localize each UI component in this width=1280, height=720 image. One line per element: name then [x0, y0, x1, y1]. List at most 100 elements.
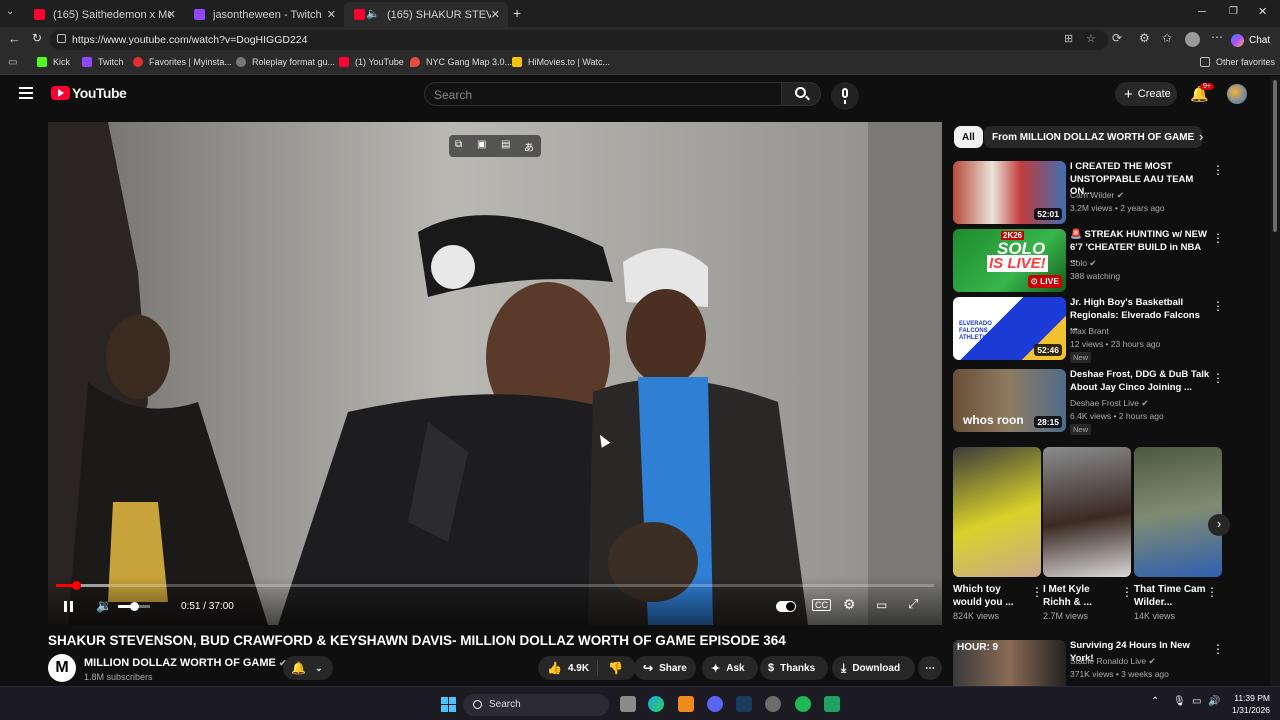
more-vertical-icon[interactable]: ⋮ [1212, 642, 1224, 656]
new-tab-plus-icon[interactable]: + [513, 5, 521, 21]
network-icon[interactable]: ▭ [1192, 696, 1201, 707]
dislike-button[interactable]: 👎 [608, 661, 623, 675]
chips-next-chevron-icon[interactable]: › [1199, 129, 1203, 144]
chip-from-channel[interactable]: From MILLION DOLLAZ WORTH OF GAME [984, 126, 1203, 148]
subscribe-bell-button[interactable]: 🔔 ⌄ [283, 656, 333, 680]
task-view-icon[interactable] [620, 696, 636, 712]
reading-list-icon[interactable]: ▭ [8, 57, 17, 68]
theater-mode-icon[interactable]: ▭ [876, 598, 887, 612]
recommendation-3[interactable]: ELVERADO FALCONS ATHLETICS 52:46 Jr. Hig… [953, 297, 1263, 363]
page-scrollbar[interactable] [1270, 76, 1280, 686]
video-player[interactable]: ⧉ ▣ ▤ あ 🔉 0:51 / 37:00 CC ⚙ ▭ ⤢ [48, 122, 942, 625]
app-icon[interactable] [678, 696, 694, 712]
captions-icon[interactable]: CC [812, 599, 831, 611]
recommendation-title[interactable]: Deshae Frost, DDG & DuB Talk About Jay C… [1070, 369, 1210, 394]
clock-time[interactable]: 11:39 PM [1228, 693, 1270, 703]
search-button[interactable] [781, 82, 821, 106]
like-button[interactable]: 👍 4.9K [538, 660, 598, 676]
restore-icon[interactable]: ❐ [1229, 6, 1238, 17]
volume-slider[interactable] [118, 602, 150, 611]
fullscreen-icon[interactable]: ⤢ [908, 596, 918, 612]
recommendation-4[interactable]: whos roon 28:15 Deshae Frost, DDG & DuB … [953, 369, 1263, 435]
notes-icon[interactable]: ▤ [501, 139, 510, 150]
clock-date[interactable]: 1/31/2026 [1222, 705, 1270, 715]
favorites-icon[interactable]: ✩ [1162, 31, 1172, 45]
refresh-extension-icon[interactable]: ⟳ [1112, 31, 1122, 45]
short-thumbnail[interactable] [953, 447, 1041, 577]
site-info-icon[interactable] [57, 34, 66, 43]
scrollbar-thumb[interactable] [1273, 80, 1277, 232]
url-field[interactable]: https://www.youtube.com/watch?v=DogHIGGD… [50, 30, 1108, 50]
progress-scrubber[interactable] [72, 581, 82, 590]
video-thumbnail[interactable]: 52:01 [953, 161, 1066, 224]
fav-myinsta[interactable]: Favorites | Myinsta... [133, 57, 232, 67]
chip-all[interactable]: All [954, 126, 983, 148]
account-avatar[interactable] [1227, 84, 1247, 104]
fav-youtube[interactable]: (1) YouTube [339, 57, 404, 67]
app-available-icon[interactable]: ⊞ [1064, 32, 1073, 45]
pip-icon[interactable]: ⧉ [455, 139, 462, 150]
extensions-icon[interactable]: ⚙ [1139, 31, 1150, 45]
tray-chevron-up-icon[interactable]: ⌃ [1151, 696, 1159, 707]
recommendation-channel[interactable]: Solo ✔ [1070, 258, 1097, 269]
more-vertical-icon[interactable]: ⋮ [1121, 585, 1133, 599]
close-tab-icon[interactable]: ✕ [167, 8, 176, 21]
short-thumbnail[interactable] [1043, 447, 1131, 577]
pause-button[interactable] [64, 601, 74, 612]
settings-gear-icon[interactable]: ⚙ [843, 596, 856, 613]
more-vertical-icon[interactable]: ⋮ [1031, 585, 1043, 599]
more-vertical-icon[interactable]: ⋮ [1212, 231, 1224, 245]
steam-icon[interactable] [736, 696, 752, 712]
microphone-tray-icon[interactable]: 🎙 [1173, 696, 1186, 707]
favorite-star-icon[interactable]: ☆ [1086, 32, 1096, 45]
reload-icon[interactable]: ↻ [32, 31, 42, 45]
discord-icon[interactable] [707, 696, 723, 712]
profile-avatar-icon[interactable] [1185, 32, 1200, 47]
volume-icon[interactable]: 🔉 [96, 598, 112, 614]
taskbar-search[interactable]: Search [463, 694, 609, 716]
browser-tab-1[interactable]: (165) Saithedemon x Mdot 59 - So ✕ [24, 2, 184, 27]
fav-nyc-gang-map[interactable]: NYC Gang Map 3.0... [410, 57, 512, 67]
window-close-icon[interactable]: ✕ [1258, 5, 1267, 18]
more-options-icon[interactable]: ⋯ [1211, 30, 1223, 44]
copilot-chat-button[interactable]: Chat [1231, 30, 1275, 50]
close-tab-icon[interactable]: ✕ [491, 8, 500, 21]
search-input[interactable]: Search [424, 82, 782, 106]
more-vertical-icon[interactable]: ⋮ [1212, 163, 1224, 177]
minimize-icon[interactable]: ─ [1198, 6, 1206, 18]
shorts-next-button[interactable]: › [1208, 514, 1230, 536]
translate-icon[interactable]: あ [524, 139, 534, 154]
hamburger-menu-icon[interactable] [19, 87, 33, 99]
progress-bar[interactable] [56, 581, 934, 590]
fav-himovies[interactable]: HiMovies.to | Watc... [512, 57, 610, 67]
ask-button[interactable]: ✦ Ask [702, 656, 758, 680]
recommendation-channel[interactable]: Max Brant [1070, 326, 1109, 336]
capture-icon[interactable]: ▣ [477, 139, 486, 150]
recommendation-channel[interactable]: Stable Ronaldo Live ✔ [1070, 656, 1156, 667]
more-actions-button[interactable]: ⋯ [918, 656, 942, 680]
speaker-tray-icon[interactable]: 🔊 [1208, 696, 1220, 707]
video-thumbnail[interactable]: 2K26 SOLO IS LIVE! ⊙ LIVE [953, 229, 1066, 292]
recommendation-channel[interactable]: Cam Wilder ✔ [1070, 190, 1124, 201]
video-thumbnail[interactable]: ELVERADO FALCONS ATHLETICS 52:46 [953, 297, 1066, 360]
recommendation-5[interactable]: HOUR: 9 Surviving 24 Hours In New York! … [953, 640, 1263, 686]
recommendation-channel[interactable]: Deshae Frost Live ✔ [1070, 398, 1148, 409]
download-button[interactable]: ⤓ Download [832, 656, 915, 680]
close-tab-icon[interactable]: ✕ [327, 8, 336, 21]
thanks-button[interactable]: $ Thanks [760, 656, 828, 680]
browser-tab-2[interactable]: jasontheween - Twitch ✕ [184, 2, 344, 27]
recommendation-2[interactable]: 2K26 SOLO IS LIVE! ⊙ LIVE 🚨 STREAK HUNTI… [953, 229, 1263, 293]
short-thumbnail[interactable] [1134, 447, 1222, 577]
sheets-app-icon[interactable] [824, 696, 840, 712]
other-favorites[interactable]: Other favorites [1200, 57, 1275, 67]
volume-knob[interactable] [130, 602, 139, 611]
create-button[interactable]: + Create [1115, 82, 1177, 106]
autoplay-toggle[interactable] [776, 601, 796, 612]
channel-avatar[interactable]: M [48, 654, 76, 682]
short-title[interactable]: I Met Kyle Richh & ... [1043, 583, 1119, 609]
settings-app-icon[interactable] [765, 696, 781, 712]
more-vertical-icon[interactable]: ⋮ [1212, 299, 1224, 313]
more-vertical-icon[interactable]: ⋮ [1206, 585, 1218, 599]
back-arrow-icon[interactable]: ← [8, 31, 21, 46]
video-thumbnail[interactable]: whos roon 28:15 [953, 369, 1066, 432]
